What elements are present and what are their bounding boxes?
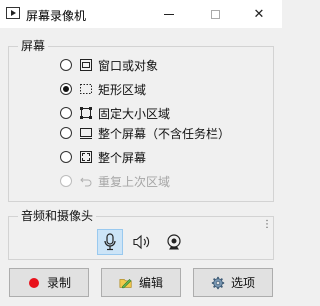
more-options-icon[interactable]: ⋮: [262, 220, 272, 235]
option-label: 矩形区域: [98, 82, 147, 97]
option-repeat-region: 重复上次区域: [60, 172, 170, 190]
radio-fixed-size-region[interactable]: [60, 107, 72, 119]
option-label: 整个屏幕（不含任务栏）: [98, 126, 231, 141]
maximize-button[interactable]: [192, 0, 238, 28]
speaker-button[interactable]: [129, 229, 155, 255]
screen-group-label: 屏幕: [18, 37, 49, 54]
gear-icon: [211, 276, 225, 289]
microphone-button[interactable]: [97, 229, 123, 255]
rectangle-region-icon: [80, 84, 92, 94]
audio-camera-group-label: 音频和摄像头: [18, 207, 97, 224]
minimize-button[interactable]: [146, 0, 192, 28]
option-window-or-object[interactable]: 窗口或对象: [60, 56, 158, 74]
option-label: 固定大小区域: [98, 106, 171, 121]
edit-button-label: 编辑: [138, 276, 163, 290]
option-rectangle-region[interactable]: 矩形区域: [60, 80, 146, 98]
edit-folder-icon: [119, 278, 132, 288]
radio-repeat-region: [60, 175, 72, 187]
option-screen-no-taskbar[interactable]: 整个屏幕（不含任务栏）: [60, 124, 230, 142]
title-bar[interactable]: 屏幕录像机 ✕: [0, 0, 282, 28]
close-icon: ✕: [253, 6, 265, 21]
radio-rectangle-region[interactable]: [60, 83, 72, 95]
option-fixed-size-region[interactable]: 固定大小区域: [60, 104, 170, 122]
window-icon: [80, 59, 92, 71]
window-title: 屏幕录像机: [26, 9, 87, 23]
close-button[interactable]: ✕: [236, 0, 282, 28]
record-button-label: 录制: [46, 276, 71, 290]
fullscreen-icon: [80, 151, 92, 163]
radio-window-or-object[interactable]: [60, 59, 72, 71]
option-label: 重复上次区域: [98, 174, 171, 189]
minimize-icon: [164, 13, 174, 15]
radio-fullscreen[interactable]: [60, 151, 72, 163]
option-label: 整个屏幕: [98, 150, 147, 165]
microphone-icon: [104, 233, 116, 251]
options-button[interactable]: 选项: [193, 268, 273, 297]
webcam-icon: [167, 234, 181, 250]
option-fullscreen[interactable]: 整个屏幕: [60, 148, 146, 166]
record-button[interactable]: 录制: [9, 268, 89, 297]
fixed-size-region-icon: [80, 107, 92, 119]
screen-no-taskbar-icon: [80, 128, 92, 139]
app-icon: [6, 7, 20, 19]
webcam-button[interactable]: [161, 229, 187, 255]
radio-screen-no-taskbar[interactable]: [60, 127, 72, 139]
speaker-icon: [133, 234, 150, 250]
option-label: 窗口或对象: [98, 58, 159, 73]
maximize-icon: [210, 9, 220, 19]
edit-button[interactable]: 编辑: [101, 268, 181, 297]
record-icon: [28, 277, 39, 288]
options-button-label: 选项: [230, 276, 255, 290]
repeat-region-icon: [80, 177, 92, 187]
